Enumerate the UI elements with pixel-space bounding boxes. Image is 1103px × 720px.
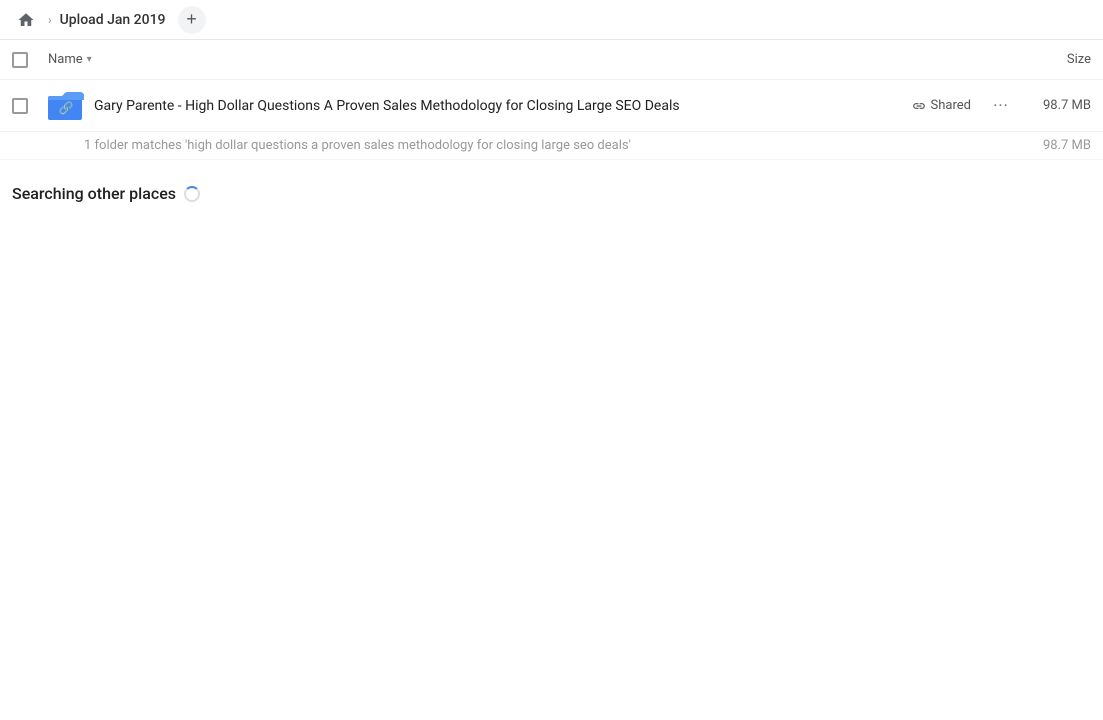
row-checkbox [12,98,28,114]
link-icon [912,99,926,113]
searching-label-text: Searching other places [12,184,176,203]
file-name: Gary Parente - High Dollar Questions A P… [94,98,912,114]
add-button[interactable]: + [178,6,206,34]
match-info-size: 98.7 MB [1043,138,1091,153]
header-bar: › Upload Jan 2019 + [0,0,1103,40]
breadcrumb-title: Upload Jan 2019 [60,12,166,28]
folder-link-icon: 🔗 [48,90,84,122]
file-row[interactable]: 🔗 Gary Parente - High Dollar Questions A… [0,80,1103,132]
select-all-checkbox[interactable] [12,52,48,68]
checkbox-empty [12,52,28,68]
match-info-row: 1 folder matches 'high dollar questions … [0,132,1103,160]
file-icon-wrapper: 🔗 [48,88,84,124]
column-headers: Name ▾ Size [0,40,1103,80]
file-row-checkbox[interactable] [12,98,48,114]
breadcrumb-chevron: › [48,13,52,27]
home-button[interactable] [12,6,40,34]
file-size: 98.7 MB [1031,98,1091,113]
home-icon [17,11,35,29]
size-column-header: Size [1067,52,1091,67]
name-column-header[interactable]: Name ▾ [48,52,92,67]
match-info-text: 1 folder matches 'high dollar questions … [84,138,631,153]
svg-text:🔗: 🔗 [59,100,74,115]
searching-section: Searching other places [0,160,1103,219]
sort-arrow-icon: ▾ [87,54,92,65]
shared-badge: Shared [912,98,971,113]
more-options-button[interactable]: ··· [987,92,1015,120]
searching-spinner-icon [184,186,200,202]
searching-label: Searching other places [12,184,1091,203]
